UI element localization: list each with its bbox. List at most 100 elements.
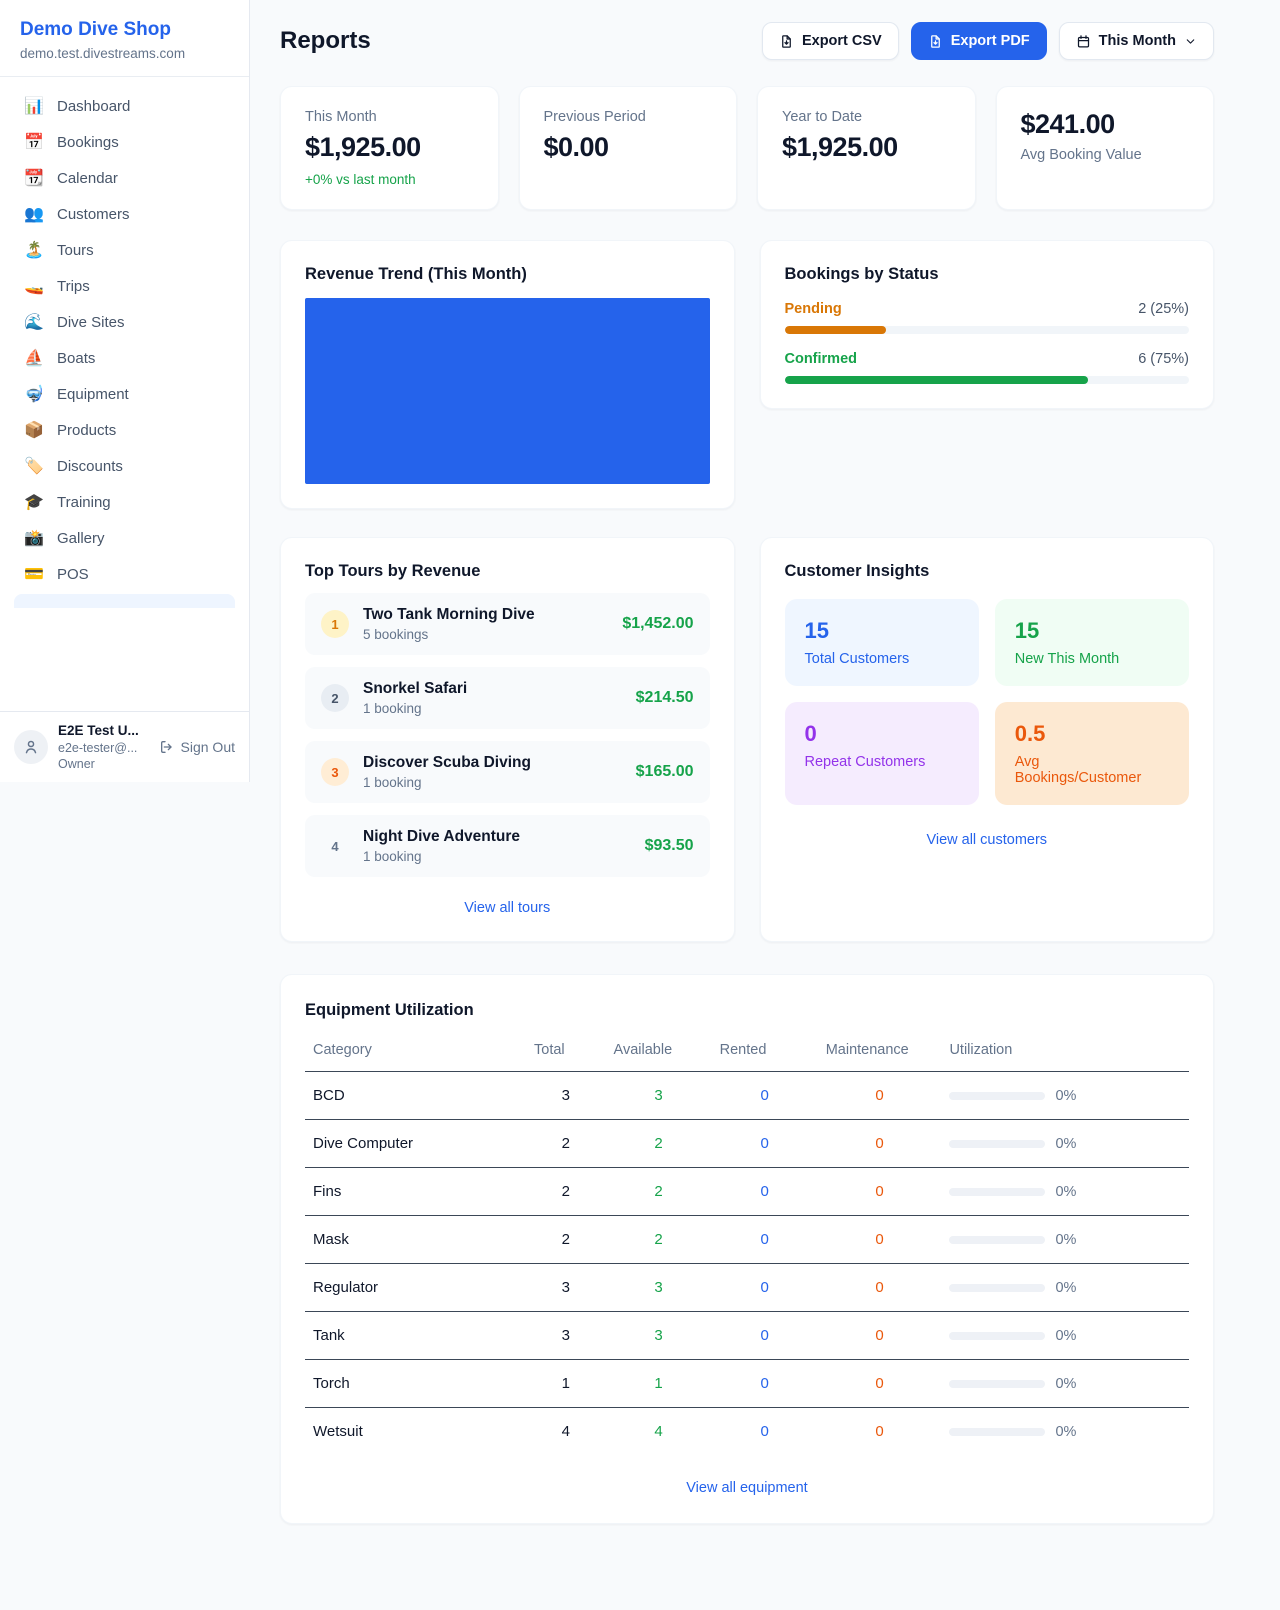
- tour-row: 3 Discover Scuba Diving 1 booking $165.0…: [305, 741, 710, 803]
- wave-icon: 🌊: [24, 315, 44, 331]
- stat-label: Avg Booking Value: [1021, 147, 1190, 163]
- avatar: [14, 730, 48, 764]
- sidebar-item-equipment[interactable]: 🤿 Equipment: [14, 378, 235, 411]
- view-all-tours-link[interactable]: View all tours: [464, 900, 550, 916]
- view-all-equipment-link[interactable]: View all equipment: [686, 1480, 807, 1496]
- sidebar-item-customers[interactable]: 👥 Customers: [14, 198, 235, 231]
- rank-badge: 4: [321, 832, 349, 860]
- top-tours-card: Top Tours by Revenue 1 Two Tank Morning …: [280, 537, 735, 942]
- cell-category: Mask: [305, 1216, 526, 1264]
- tour-bookings: 1 booking: [363, 775, 531, 790]
- revenue-trend-title: Revenue Trend (This Month): [305, 265, 710, 284]
- sidebar-item-label: Trips: [57, 278, 90, 295]
- export-csv-button[interactable]: Export CSV: [762, 22, 899, 60]
- tour-row: 2 Snorkel Safari 1 booking $214.50: [305, 667, 710, 729]
- tour-name: Night Dive Adventure: [363, 828, 520, 846]
- sign-out-button[interactable]: Sign Out: [159, 739, 235, 755]
- sidebar-item-training[interactable]: 🎓 Training: [14, 486, 235, 519]
- cell-available: 1: [606, 1360, 712, 1408]
- sidebar-item-label: Discounts: [57, 458, 123, 475]
- sign-out-label: Sign Out: [181, 739, 235, 755]
- sidebar-item-trips[interactable]: 🚤 Trips: [14, 270, 235, 303]
- sidebar-item-label: Dashboard: [57, 98, 130, 115]
- graduation-cap-icon: 🎓: [24, 495, 44, 511]
- credit-card-icon: 💳: [24, 567, 44, 583]
- table-row: Wetsuit 4 4 0 0 0%: [305, 1408, 1189, 1456]
- cell-available: 3: [606, 1264, 712, 1312]
- cell-utilization: 0%: [941, 1072, 1189, 1120]
- cell-maintenance: 0: [818, 1168, 942, 1216]
- sidebar-item-label: Products: [57, 422, 116, 439]
- sidebar-item-boats[interactable]: ⛵ Boats: [14, 342, 235, 375]
- sidebar-item-gallery[interactable]: 📸 Gallery: [14, 522, 235, 555]
- chevron-down-icon: [1184, 35, 1197, 48]
- utilization-bar: [949, 1236, 1045, 1244]
- person-icon: [22, 738, 40, 756]
- view-all-customers-link[interactable]: View all customers: [926, 832, 1047, 848]
- speedboat-icon: 🚤: [24, 279, 44, 295]
- sidebar-item-pos[interactable]: 💳 POS: [14, 558, 235, 591]
- cell-maintenance: 0: [818, 1120, 942, 1168]
- cell-category: Fins: [305, 1168, 526, 1216]
- cell-maintenance: 0: [818, 1408, 942, 1456]
- stat-card-avg-booking-value: $241.00 Avg Booking Value: [996, 86, 1215, 210]
- cell-total: 2: [526, 1120, 606, 1168]
- sidebar-item-products[interactable]: 📦 Products: [14, 414, 235, 447]
- equipment-header-row: Category Total Available Rented Maintena…: [305, 1036, 1189, 1072]
- stat-label: Previous Period: [544, 109, 713, 125]
- cell-utilization: 0%: [941, 1168, 1189, 1216]
- sidebar-item-bookings[interactable]: 📅 Bookings: [14, 126, 235, 159]
- table-row: BCD 3 3 0 0 0%: [305, 1072, 1189, 1120]
- tour-amount: $93.50: [645, 837, 694, 855]
- sidebar-item-dive-sites[interactable]: 🌊 Dive Sites: [14, 306, 235, 339]
- sidebar-item-label: Gallery: [57, 530, 105, 547]
- sidebar-item-reports-active[interactable]: [14, 594, 235, 608]
- utilization-bar: [949, 1140, 1045, 1148]
- bar-chart-icon: 📊: [24, 99, 44, 115]
- tour-bookings: 1 booking: [363, 701, 467, 716]
- period-label: This Month: [1099, 33, 1176, 49]
- cell-total: 4: [526, 1408, 606, 1456]
- cell-category: Torch: [305, 1360, 526, 1408]
- cell-utilization: 0%: [941, 1120, 1189, 1168]
- col-header-maintenance: Maintenance: [818, 1036, 942, 1072]
- sidebar-item-dashboard[interactable]: 📊 Dashboard: [14, 90, 235, 123]
- stat-label: Year to Date: [782, 109, 951, 125]
- tour-amount: $165.00: [636, 763, 694, 781]
- progress-fill-pending: [785, 326, 886, 334]
- sidebar-user-footer: E2E Test U... e2e-tester@... Owner Sign …: [0, 711, 249, 782]
- sidebar-item-tours[interactable]: 🏝️ Tours: [14, 234, 235, 267]
- cell-available: 2: [606, 1216, 712, 1264]
- insights-grid: 15 Total Customers 15 New This Month 0 R…: [785, 599, 1190, 805]
- sidebar-item-discounts[interactable]: 🏷️ Discounts: [14, 450, 235, 483]
- page-title: Reports: [280, 27, 371, 55]
- stat-card-this-month: This Month $1,925.00 +0% vs last month: [280, 86, 499, 210]
- sidebar-item-label: Bookings: [57, 134, 119, 151]
- table-row: Regulator 3 3 0 0 0%: [305, 1264, 1189, 1312]
- cell-maintenance: 0: [818, 1360, 942, 1408]
- cell-category: Regulator: [305, 1264, 526, 1312]
- insight-total-customers: 15 Total Customers: [785, 599, 979, 686]
- cell-rented: 0: [712, 1072, 818, 1120]
- utilization-bar: [949, 1092, 1045, 1100]
- insight-label: New This Month: [1015, 651, 1169, 667]
- status-value: 6 (75%): [1138, 351, 1189, 367]
- user-email: e2e-tester@...: [58, 740, 149, 756]
- rank-badge: 1: [321, 610, 349, 638]
- sidebar-item-calendar[interactable]: 📆 Calendar: [14, 162, 235, 195]
- cell-rented: 0: [712, 1360, 818, 1408]
- cell-maintenance: 0: [818, 1216, 942, 1264]
- cell-total: 3: [526, 1312, 606, 1360]
- col-header-category: Category: [305, 1036, 526, 1072]
- sidebar-item-label: Calendar: [57, 170, 118, 187]
- cell-rented: 0: [712, 1168, 818, 1216]
- cell-category: Wetsuit: [305, 1408, 526, 1456]
- export-pdf-button[interactable]: Export PDF: [911, 22, 1047, 60]
- cell-total: 1: [526, 1360, 606, 1408]
- period-dropdown[interactable]: This Month: [1059, 22, 1214, 60]
- cell-category: BCD: [305, 1072, 526, 1120]
- utilization-bar: [949, 1332, 1045, 1340]
- stat-value: $1,925.00: [782, 132, 951, 163]
- utilization-bar: [949, 1428, 1045, 1436]
- sidebar-item-label: Training: [57, 494, 111, 511]
